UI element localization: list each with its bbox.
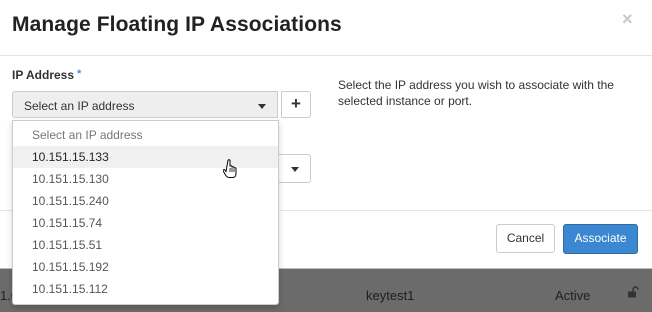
hand-pointer-icon — [223, 159, 237, 178]
dropdown-option[interactable]: Select an IP address — [13, 124, 278, 146]
ip-address-select-value: Select an IP address — [24, 99, 135, 113]
ip-address-select[interactable]: Select an IP address — [12, 91, 278, 118]
close-icon[interactable]: × — [622, 9, 633, 30]
dropdown-option-label: 10.151.15.51 — [32, 238, 103, 252]
ip-address-label-text: IP Address — [12, 68, 75, 82]
dropdown-option[interactable]: 10.151.15.192 — [13, 256, 278, 278]
chevron-down-icon — [258, 104, 266, 109]
dropdown-option-label: 10.151.15.74 — [32, 216, 103, 230]
associate-button[interactable]: Associate — [563, 224, 638, 254]
ip-address-label: IP Address * — [12, 68, 81, 82]
ip-address-dropdown-menu: Select an IP address 10.151.15.133 10.15… — [12, 120, 279, 305]
row-cell-status: Active — [555, 288, 591, 303]
dropdown-option[interactable]: 10.151.15.112 — [13, 278, 278, 300]
dropdown-option-label: 10.151.15.192 — [32, 260, 109, 274]
required-indicator: * — [77, 68, 82, 80]
row-cell-name: keytest1 — [366, 288, 415, 303]
dropdown-option[interactable]: 10.151.15.240 — [13, 190, 278, 212]
help-text: Select the IP address you wish to associ… — [338, 78, 614, 108]
dropdown-option[interactable]: 10.151.15.74 — [13, 212, 278, 234]
unlock-icon[interactable] — [627, 286, 639, 298]
modal-title: Manage Floating IP Associations — [12, 13, 342, 36]
allocate-ip-button[interactable]: + — [281, 91, 311, 118]
dropdown-option-label: 10.151.15.133 — [32, 150, 109, 164]
cancel-button[interactable]: Cancel — [496, 224, 555, 253]
dropdown-option-label: 10.151.15.112 — [32, 282, 108, 296]
dropdown-option-label: 10.151.15.240 — [32, 194, 109, 208]
dropdown-option[interactable]: 10.151.15.51 — [13, 234, 278, 256]
dropdown-option-label: 10.151.15.130 — [32, 172, 109, 186]
dropdown-option-label: Select an IP address — [32, 128, 143, 142]
chevron-down-icon — [291, 167, 299, 172]
modal-header: Manage Floating IP Associations × — [0, 0, 652, 56]
